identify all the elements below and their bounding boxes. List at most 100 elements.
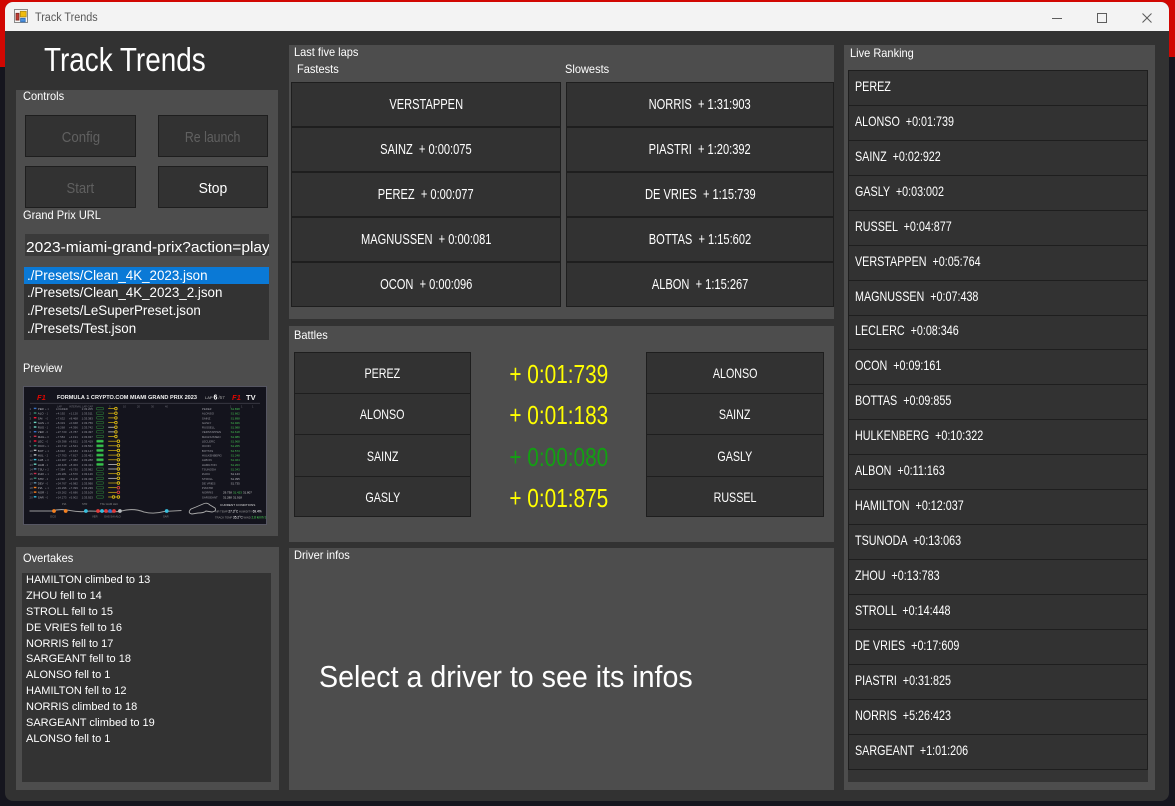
svg-text:+7.584: +7.584 <box>56 434 65 438</box>
svg-text:ZHO: ZHO <box>38 472 45 476</box>
svg-text:OCON: OCON <box>202 444 211 448</box>
svg-text:LAP: LAP <box>205 394 213 399</box>
svg-text:MAGNUSSEN: MAGNUSSEN <box>202 434 221 438</box>
svg-text:S1.203: S1.203 <box>231 462 241 466</box>
svg-text:+27.720: +27.720 <box>56 430 67 434</box>
svg-text:- 0: - 0 <box>45 430 49 434</box>
svg-text:ALONSO: ALONSO <box>202 411 215 415</box>
svg-text:LOADED: LOADED <box>56 407 68 411</box>
svg-text:GAS: GAS <box>38 421 44 425</box>
svg-text:S1.265: S1.265 <box>231 444 241 448</box>
svg-text:SAINZ: SAINZ <box>202 416 211 420</box>
svg-text:STR: STR <box>82 502 87 506</box>
svg-text:S1.988: S1.988 <box>231 425 241 429</box>
svg-text:+ 1: + 1 <box>45 472 49 476</box>
svg-text:+ 1: + 1 <box>45 444 49 448</box>
svg-text:1:33.562: 1:33.562 <box>82 444 94 448</box>
svg-text:- 1: - 1 <box>45 490 49 494</box>
svg-text:+0.948: +0.948 <box>69 421 78 425</box>
svg-text:S1.618: S1.618 <box>231 430 241 434</box>
svg-text:+ 1: + 1 <box>45 486 49 490</box>
svg-text:1:33.982: 1:33.982 <box>82 467 94 471</box>
svg-text:HULKENBERG: HULKENBERG <box>202 453 223 457</box>
svg-text:+29.398: +29.398 <box>56 439 67 443</box>
svg-text:+ 0: + 0 <box>45 421 49 425</box>
svg-text:- 1: - 1 <box>45 425 49 429</box>
svg-text:31.423: 31.423 <box>233 490 242 494</box>
svg-text:+4.570: +4.570 <box>69 472 78 476</box>
svg-text:S1.926: S1.926 <box>231 421 241 425</box>
svg-text:RUSSELL: RUSSELL <box>202 425 216 429</box>
svg-text:16: 16 <box>30 476 34 480</box>
svg-text:+24.767: +24.767 <box>56 481 67 485</box>
svg-text:1:33.742: 1:33.742 <box>82 425 94 429</box>
svg-text:BOTTAS: BOTTAS <box>202 448 213 452</box>
svg-text:S1.735: S1.735 <box>231 481 241 485</box>
svg-text:+ 1: + 1 <box>45 407 49 411</box>
svg-text:+18.428: +18.428 <box>56 462 67 466</box>
svg-text:OCO: OCO <box>50 514 56 518</box>
svg-text:6: 6 <box>214 394 218 401</box>
svg-text:PIASTRI: PIASTRI <box>202 486 213 490</box>
svg-text:INTERVAL: INTERVAL <box>69 404 82 408</box>
svg-text:+4.192: +4.192 <box>56 411 65 415</box>
svg-text:15: 15 <box>30 472 34 476</box>
svg-text:1:33.990: 1:33.990 <box>82 481 94 485</box>
svg-text:S1.838: S1.838 <box>231 407 241 411</box>
svg-text:- 0: - 0 <box>45 495 49 499</box>
svg-text:STROLL: STROLL <box>202 476 214 480</box>
svg-text:CURRENT CONDITIONS: CURRENT CONDITIONS <box>220 503 255 507</box>
svg-text:1:33.126: 1:33.126 <box>82 472 94 476</box>
svg-text:VER: VER <box>92 514 98 518</box>
svg-text:SAR: SAR <box>38 495 44 499</box>
svg-text:1:33.756: 1:33.756 <box>82 421 94 425</box>
svg-text:+1.120: +1.120 <box>69 411 78 415</box>
svg-text:TSU: TSU <box>38 467 44 471</box>
svg-text:STR: STR <box>38 476 44 480</box>
svg-text:+8.468: +8.468 <box>69 416 78 420</box>
svg-text:1:33.205: 1:33.205 <box>82 407 94 411</box>
svg-text:11: 11 <box>30 453 33 457</box>
svg-text:+9.730: +9.730 <box>69 467 78 471</box>
svg-text:+8.319: +8.319 <box>56 421 65 425</box>
svg-text:10: 10 <box>30 448 34 452</box>
svg-text:ZHOU: ZHOU <box>202 472 210 476</box>
svg-text:+7.817: +7.817 <box>69 453 78 457</box>
svg-text:DEV: DEV <box>38 481 44 485</box>
svg-text:1:33.497: 1:33.497 <box>82 430 94 434</box>
svg-text:ALO: ALO <box>38 411 45 415</box>
svg-text:+7.632: +7.632 <box>56 416 65 420</box>
svg-text:+4.541: +4.541 <box>69 444 78 448</box>
svg-text:PIA: PIA <box>62 502 67 506</box>
svg-text:LECLERC: LECLERC <box>202 439 215 443</box>
svg-text:31.807: 31.807 <box>243 490 252 494</box>
svg-text:HAMILTON: HAMILTON <box>202 462 217 466</box>
svg-text:1:33.451: 1:33.451 <box>82 453 94 457</box>
svg-text:PIA: PIA <box>38 486 43 490</box>
svg-text:14: 14 <box>30 467 34 471</box>
svg-text:GAS SAI ALO: GAS SAI ALO <box>104 514 121 518</box>
svg-text:TSUNODA: TSUNODA <box>202 467 216 471</box>
svg-text:+0.183: +0.183 <box>69 448 78 452</box>
svg-text:PEREZ: PEREZ <box>202 407 212 411</box>
svg-text:VER: VER <box>38 430 44 434</box>
svg-text:+ 1: + 1 <box>45 448 49 452</box>
svg-text:S1.395: S1.395 <box>231 476 241 480</box>
svg-text:1:33.923: 1:33.923 <box>82 495 94 499</box>
svg-text:+19.262: +19.262 <box>56 490 67 494</box>
svg-text:S1.898: S1.898 <box>231 416 241 420</box>
svg-text:GASLY: GASLY <box>202 421 211 425</box>
svg-text:F1: F1 <box>37 393 46 402</box>
svg-text:S1.143: S1.143 <box>231 472 241 476</box>
svg-text:SAR: SAR <box>163 514 169 518</box>
svg-text:TV: TV <box>246 393 256 402</box>
svg-text:+8.303: +8.303 <box>69 462 78 466</box>
svg-text:31.288: 31.288 <box>223 495 232 499</box>
svg-text:S1.573: S1.573 <box>231 448 241 452</box>
svg-text:31.918: 31.918 <box>233 495 242 499</box>
svg-text:+5.686: +5.686 <box>69 490 78 494</box>
svg-text:1:33.109: 1:33.109 <box>82 490 94 494</box>
svg-text:1:33.431: 1:33.431 <box>82 462 94 466</box>
svg-text:20: 20 <box>30 495 34 499</box>
svg-text:+ 0: + 0 <box>45 458 49 462</box>
